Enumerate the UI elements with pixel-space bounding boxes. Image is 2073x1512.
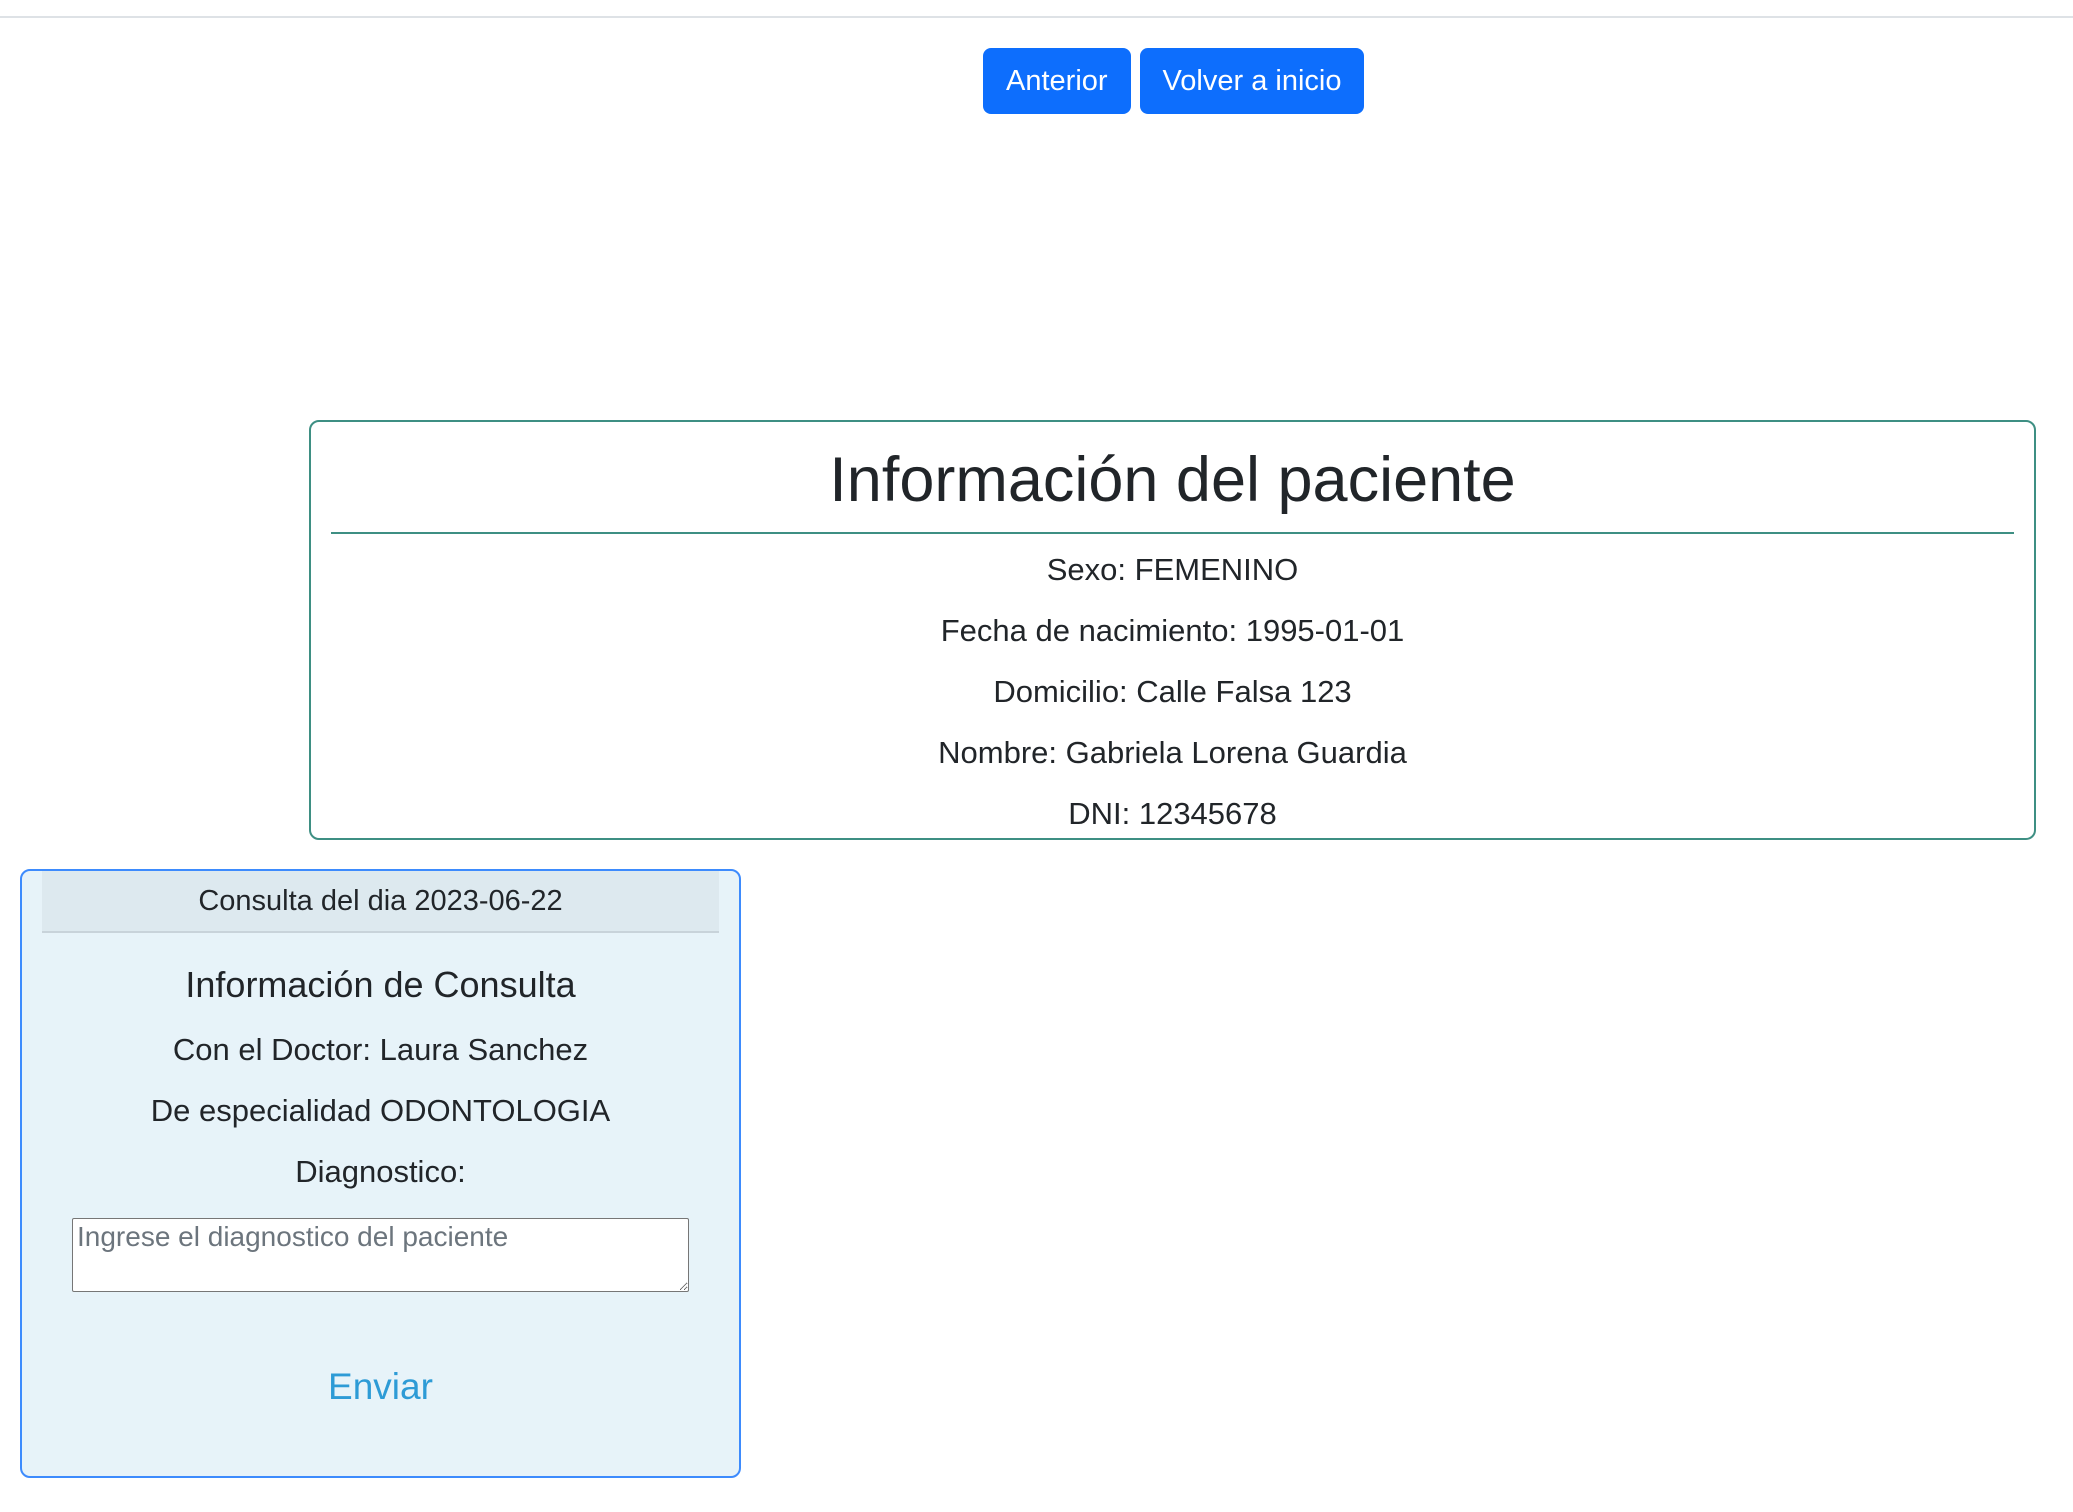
home-button[interactable]: Volver a inicio bbox=[1139, 48, 1365, 114]
consultation-card: Consulta del dia 2023-06-22 Información … bbox=[20, 869, 741, 1478]
consultation-specialty: De especialidad ODONTOLOGIA bbox=[150, 1093, 611, 1128]
patient-sex: Sexo: FEMENINO bbox=[1046, 551, 1299, 587]
patient-birthdate: Fecha de nacimiento: 1995-01-01 bbox=[940, 612, 1405, 648]
patient-address: Domicilio: Calle Falsa 123 bbox=[993, 673, 1352, 709]
patient-fields: Sexo: FEMENINO Fecha de nacimiento: 1995… bbox=[311, 534, 2034, 844]
navigation-bar: Anterior Volver a inicio bbox=[983, 48, 1365, 114]
diagnosis-textarea[interactable] bbox=[72, 1218, 689, 1292]
consultation-doctor: Con el Doctor: Laura Sanchez bbox=[172, 1032, 589, 1067]
patient-info-card: Información del paciente Sexo: FEMENINO … bbox=[309, 420, 2036, 840]
top-divider bbox=[0, 0, 2073, 18]
patient-dni: DNI: 12345678 bbox=[1068, 795, 1277, 831]
consultation-body: Información de Consulta Con el Doctor: L… bbox=[22, 963, 739, 1408]
send-link[interactable]: Enviar bbox=[328, 1366, 433, 1408]
consultation-date-header: Consulta del dia 2023-06-22 bbox=[42, 871, 719, 933]
patient-info-title: Información del paciente bbox=[331, 444, 2014, 534]
diagnosis-label: Diagnostico: bbox=[295, 1154, 466, 1189]
patient-name: Nombre: Gabriela Lorena Guardia bbox=[938, 734, 1407, 770]
previous-button[interactable]: Anterior bbox=[983, 48, 1131, 114]
consultation-info-title: Información de Consulta bbox=[185, 964, 576, 1005]
